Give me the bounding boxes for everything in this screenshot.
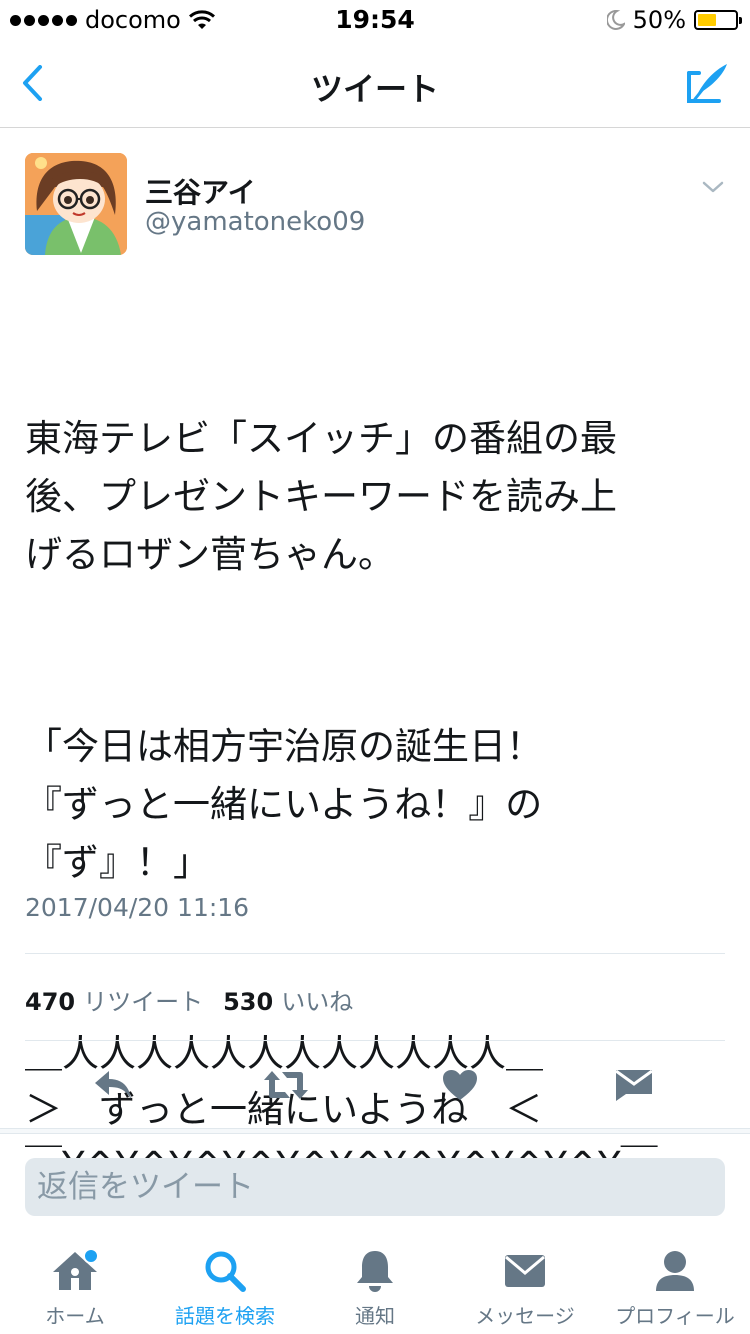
envelope-icon: [499, 1248, 551, 1294]
divider: [25, 1040, 725, 1041]
notification-dot: [83, 1248, 99, 1264]
tweet-paragraph: 東海テレビ「スイッチ」の番組の最 後、プレゼントキーワードを読み上 げるロザン菅…: [25, 417, 617, 576]
reply-icon: [95, 1071, 131, 1099]
retweet-icon: [264, 1071, 308, 1099]
compose-tweet-button[interactable]: [682, 58, 732, 108]
retweet-label[interactable]: リツイート: [83, 982, 203, 1017]
tab-search[interactable]: 話題を検索: [150, 1240, 300, 1334]
person-icon: [649, 1248, 701, 1294]
tab-profile[interactable]: プロフィール: [600, 1240, 750, 1334]
like-label[interactable]: いいね: [281, 982, 353, 1017]
tab-notifications[interactable]: 通知: [300, 1240, 450, 1334]
tweet-stats: 470 リツイート 530 いいね: [25, 982, 365, 1017]
tweet-detail-screen: docomo 19:54 50% ツイート 三谷アイ @yamatoneko09…: [0, 0, 750, 1334]
tab-home-label: ホーム: [45, 1304, 105, 1328]
compose-tweet-icon: [687, 64, 727, 103]
tweet-timestamp: 2017/04/20 11:16: [25, 893, 250, 922]
tab-messages-label: メッセージ: [475, 1304, 575, 1328]
section-divider: [0, 1128, 750, 1134]
home-icon: [49, 1248, 101, 1294]
status-right: 50%: [606, 6, 742, 34]
author-handle[interactable]: @yamatoneko09: [145, 207, 365, 237]
chevron-down-icon: [702, 181, 724, 193]
tweet-actions: [25, 1060, 725, 1110]
battery-percent: 50%: [632, 6, 686, 34]
tab-search-label: 話題を検索: [175, 1304, 275, 1328]
retweet-count[interactable]: 470: [25, 988, 75, 1016]
tab-messages[interactable]: メッセージ: [450, 1240, 600, 1334]
user-avatar-illustration: [25, 153, 127, 255]
like-count[interactable]: 530: [223, 988, 273, 1016]
retweet-button[interactable]: [261, 1060, 311, 1110]
tab-home[interactable]: ホーム: [0, 1240, 150, 1334]
reply-button[interactable]: [88, 1060, 138, 1110]
like-icon: [443, 1070, 477, 1100]
bell-icon: [349, 1248, 401, 1294]
battery-level-fill: [698, 14, 716, 26]
moon-icon: [606, 10, 625, 30]
tab-profile-label: プロフィール: [615, 1304, 735, 1328]
author-name[interactable]: 三谷アイ: [145, 171, 256, 211]
tweet-header: 三谷アイ @yamatoneko09: [25, 153, 725, 257]
search-icon: [199, 1248, 251, 1294]
tweet-options-button[interactable]: [701, 175, 725, 199]
like-button[interactable]: [435, 1060, 485, 1110]
direct-message-icon: [615, 1069, 653, 1101]
tab-bar: ホーム 話題を検索 通知 メッセージ プロフィール: [0, 1240, 750, 1334]
page-title: ツイート: [310, 70, 439, 108]
avatar[interactable]: [25, 153, 127, 255]
navigation-bar: ツイート: [0, 40, 750, 128]
reply-box[interactable]: [25, 1158, 725, 1216]
battery-icon: [694, 10, 742, 30]
tweet-paragraph: 「今日は相方宇治原の誕生日！ 『ずっと一緒にいようね！』の 『ず』！」: [25, 725, 543, 884]
divider: [25, 953, 725, 954]
status-bar: docomo 19:54 50%: [0, 0, 750, 40]
reply-input[interactable]: [37, 1166, 713, 1208]
direct-message-button[interactable]: [609, 1060, 659, 1110]
tab-notifications-label: 通知: [355, 1304, 395, 1328]
